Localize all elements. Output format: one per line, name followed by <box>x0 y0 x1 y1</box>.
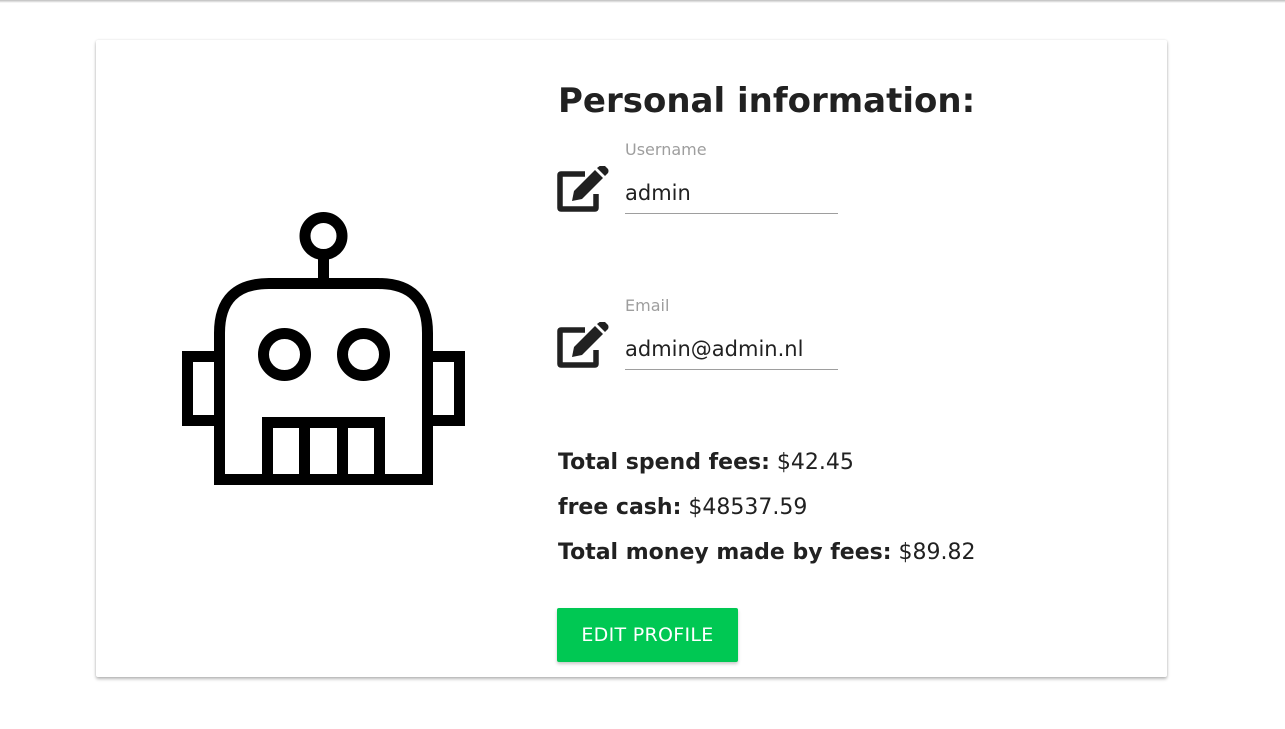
stat-label: free cash: <box>558 495 682 520</box>
stat-free-cash: free cash: $48537.59 <box>558 493 807 523</box>
profile-card: Personal information: Username Email Tot… <box>96 40 1167 677</box>
username-label: Username <box>625 140 707 159</box>
stat-total-money-made-by-fees: Total money made by fees: $89.82 <box>558 538 976 568</box>
username-field[interactable] <box>625 173 838 214</box>
page-title: Personal information: <box>558 81 976 121</box>
stat-label: Total money made by fees: <box>558 540 892 565</box>
edit-profile-button[interactable]: EDIT PROFILE <box>557 608 738 662</box>
stat-value: $48537.59 <box>688 495 808 520</box>
top-app-bar-shadow <box>0 0 1285 3</box>
edit-icon[interactable] <box>557 164 609 212</box>
email-label: Email <box>625 296 670 315</box>
stat-value: $42.45 <box>776 450 854 475</box>
robot-icon <box>182 211 467 485</box>
stat-value: $89.82 <box>898 540 976 565</box>
edit-icon[interactable] <box>557 320 609 368</box>
email-field[interactable] <box>625 329 838 370</box>
stat-label: Total spend fees: <box>558 450 770 475</box>
stat-total-spend-fees: Total spend fees: $42.45 <box>558 448 854 478</box>
